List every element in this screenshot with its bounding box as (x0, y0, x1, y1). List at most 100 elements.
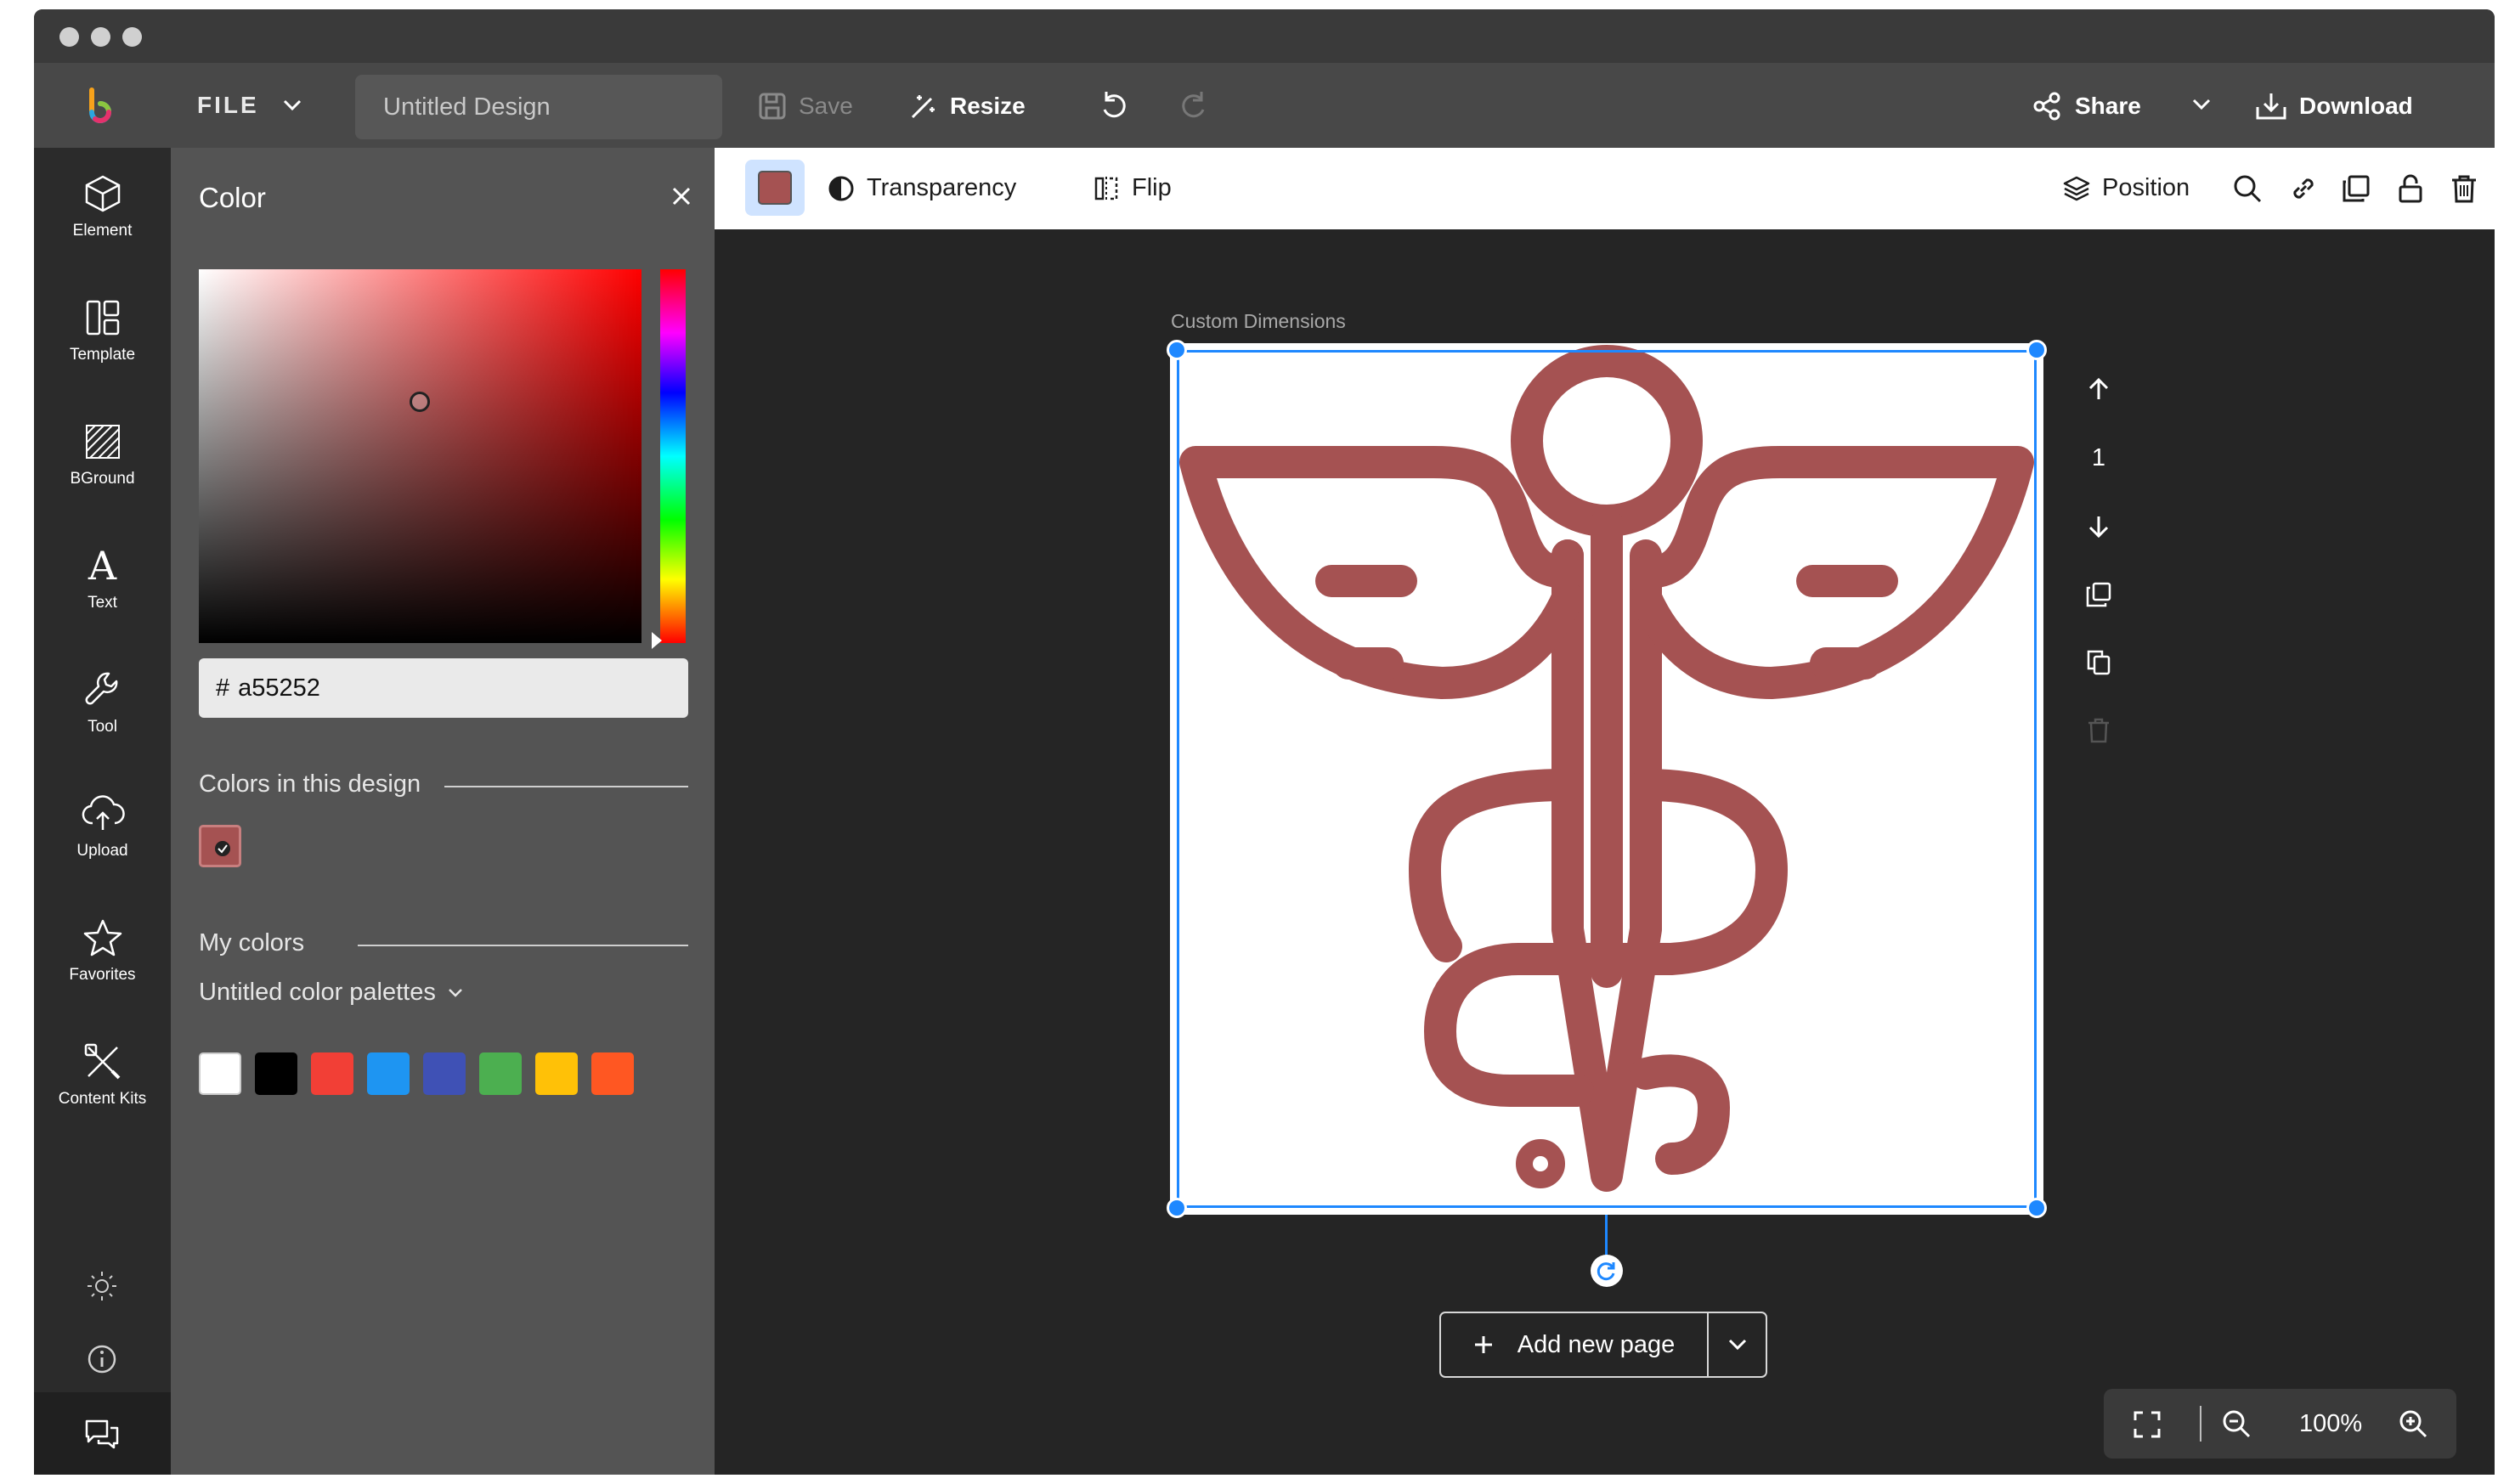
fill-color-swatch (758, 171, 792, 205)
sidebar-item-bground[interactable]: BGround (34, 400, 171, 511)
transparency-icon (828, 176, 854, 200)
palette-swatch[interactable] (535, 1052, 578, 1095)
hue-slider[interactable] (660, 269, 686, 643)
palette-selector[interactable]: Untitled color palettes (199, 979, 463, 1007)
chevron-down-icon (2192, 99, 2211, 110)
rotate-handle[interactable] (1591, 1255, 1623, 1287)
trash-icon (2452, 175, 2476, 203)
saturation-picker-handle[interactable] (410, 392, 430, 412)
app-logo-icon (89, 87, 111, 123)
window-close-button[interactable] (59, 27, 79, 47)
palette-swatch[interactable] (255, 1052, 297, 1095)
redo-icon (1182, 92, 1205, 118)
redo-button[interactable] (1178, 89, 1210, 121)
zoom-in-button[interactable] (2398, 1408, 2428, 1443)
add-new-page-button[interactable]: Add new page (1441, 1313, 1707, 1376)
section-divider (358, 945, 688, 946)
sidebar-item-content-kits[interactable]: Content Kits (34, 1020, 171, 1131)
saturation-picker[interactable] (199, 269, 641, 643)
fit-to-screen-button[interactable] (2133, 1410, 2162, 1443)
chat-icon (85, 1419, 119, 1449)
save-button[interactable]: Save (758, 92, 853, 121)
palette-swatch[interactable] (479, 1052, 522, 1095)
palette-swatch[interactable] (311, 1052, 353, 1095)
save-icon (759, 93, 786, 120)
design-name-text: Untitled Design (383, 93, 551, 121)
design-color-swatch[interactable] (199, 825, 241, 867)
app-logo[interactable] (83, 87, 117, 124)
share-icon (2033, 92, 2060, 121)
fill-color-button[interactable] (745, 160, 805, 216)
info-icon (88, 1345, 116, 1374)
position-label: Position (2102, 174, 2190, 201)
plus-icon (1474, 1336, 1492, 1353)
resize-label: Resize (950, 93, 1026, 119)
sidebar-item-template[interactable]: Template (34, 276, 171, 387)
zoom-search-button[interactable] (2232, 173, 2263, 208)
copy-page-button[interactable] (2078, 574, 2119, 615)
divider (2200, 1406, 2201, 1442)
palette-swatch[interactable] (591, 1052, 634, 1095)
position-button[interactable]: Position (2063, 174, 2190, 202)
info-button[interactable] (87, 1344, 117, 1379)
download-button[interactable]: Download (2255, 92, 2413, 121)
move-page-down-button[interactable] (2078, 506, 2119, 547)
flip-label: Flip (1132, 174, 1172, 201)
resize-handle-top-left[interactable] (1167, 340, 1187, 360)
move-page-up-button[interactable] (2078, 369, 2119, 409)
share-options-button[interactable] (2192, 99, 2211, 110)
sidebar-item-favorites[interactable]: Favorites (34, 896, 171, 1007)
palette-swatch[interactable] (423, 1052, 466, 1095)
share-button[interactable]: Share (2032, 92, 2141, 121)
resize-handle-bottom-right[interactable] (2026, 1198, 2047, 1218)
undo-button[interactable] (1098, 89, 1130, 121)
context-toolbar: Transparency Flip Position (715, 148, 2495, 229)
sidebar-item-tool[interactable]: Tool (34, 648, 171, 759)
star-icon (83, 919, 122, 956)
hue-slider-handle[interactable] (652, 632, 662, 649)
resize-handle-top-right[interactable] (2026, 340, 2047, 360)
transparency-button[interactable]: Transparency (828, 174, 1016, 202)
delete-button[interactable] (2450, 173, 2478, 208)
sidebar-item-label: Content Kits (58, 1090, 147, 1108)
palette-swatch[interactable] (367, 1052, 410, 1095)
hex-input[interactable]: # a55252 (199, 658, 688, 718)
sidebar-item-upload[interactable]: Upload (34, 772, 171, 883)
zoom-controls: 100% (2104, 1389, 2456, 1459)
delete-page-button[interactable] (2078, 710, 2119, 751)
selection-box (1177, 350, 2037, 1208)
close-panel-button[interactable] (670, 185, 692, 212)
zoom-level[interactable]: 100% (2299, 1410, 2362, 1438)
add-new-page-label: Add new page (1517, 1330, 1676, 1358)
chevron-down-icon (283, 99, 301, 111)
window-minimize-button[interactable] (91, 27, 110, 47)
duplicate-page-button[interactable] (2078, 642, 2119, 683)
panel-title: Color (199, 182, 266, 213)
hex-prefix: # (216, 674, 230, 702)
rotate-icon (1597, 1262, 1615, 1281)
design-name-input[interactable]: Untitled Design (355, 75, 722, 139)
palette-name: Untitled color palettes (199, 979, 436, 1006)
duplicate-button[interactable] (2341, 173, 2371, 208)
sidebar-item-text[interactable]: A Text (34, 524, 171, 635)
canvas-area: Custom Dimensions Add new page 1 100% (715, 229, 2495, 1475)
arrow-down-icon (2088, 516, 2109, 539)
add-page-options-button[interactable] (1709, 1313, 1766, 1376)
flip-button[interactable]: Flip (1093, 174, 1172, 202)
theme-toggle-button[interactable] (85, 1269, 119, 1307)
chevron-down-icon (1728, 1339, 1746, 1351)
lock-button[interactable] (2395, 173, 2426, 208)
resize-button[interactable]: Resize (909, 92, 1026, 121)
sidebar-item-element[interactable]: Element (34, 152, 171, 262)
zoom-out-button[interactable] (2221, 1408, 2252, 1443)
sidebar-item-label: Template (69, 346, 136, 364)
window-zoom-button[interactable] (122, 27, 142, 47)
palette-swatch[interactable] (199, 1052, 241, 1095)
file-menu-button[interactable]: FILE (197, 92, 302, 119)
chat-button[interactable] (34, 1392, 171, 1475)
design-page[interactable] (1167, 340, 2047, 1218)
resize-handle-bottom-left[interactable] (1167, 1198, 1187, 1218)
link-button[interactable] (2288, 173, 2319, 208)
zoom-out-icon (2223, 1410, 2251, 1438)
search-icon (2234, 175, 2262, 203)
